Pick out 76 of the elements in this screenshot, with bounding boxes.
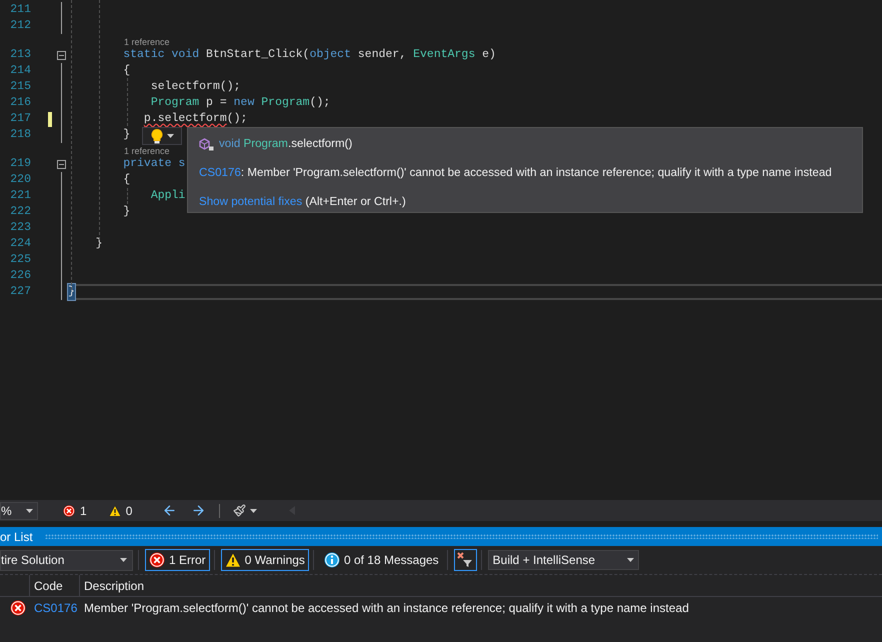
code-token: object xyxy=(310,47,351,63)
reference-count[interactable]: 1 reference xyxy=(68,146,170,156)
error-icon xyxy=(149,552,165,568)
warning-icon xyxy=(224,552,241,568)
filter-toggle-button[interactable]: 0 of 18 Messages xyxy=(320,549,443,571)
error-icon xyxy=(10,600,26,616)
code-token: private s xyxy=(123,156,186,172)
code-token: Appli xyxy=(150,188,186,204)
line-number: 226 xyxy=(9,268,31,284)
info-icon xyxy=(324,552,340,568)
collapse-icon[interactable] xyxy=(56,50,66,60)
shortcut-hint: (Alt+Enter or Ctrl+.) xyxy=(304,194,406,210)
line-number: 213 xyxy=(9,47,31,63)
warning-icon xyxy=(108,504,121,516)
line-number: 216 xyxy=(9,95,31,111)
line-number: 211 xyxy=(9,2,31,18)
line-number: 227 xyxy=(9,284,31,300)
code-token: (); xyxy=(226,111,248,127)
panel-title: or List xyxy=(0,528,34,546)
error-message: : Member 'Program.selectform()' cannot be accessed with an instance reference; qualify it with a type name instead xyxy=(240,165,832,181)
line-number: 219 xyxy=(9,156,31,172)
line-number: 222 xyxy=(9,204,31,220)
code-token: EventArgs xyxy=(413,47,476,63)
error-code-link[interactable]: CS0176 xyxy=(30,599,80,617)
filter-toggle-button[interactable] xyxy=(454,549,477,571)
code-token: } xyxy=(123,204,130,220)
line-number: 220 xyxy=(9,172,31,188)
code-token: static void xyxy=(123,47,200,63)
method-lock-icon xyxy=(199,138,214,150)
code-token: { xyxy=(123,63,130,79)
caret-icon xyxy=(26,508,33,512)
caret-icon xyxy=(120,558,127,562)
code-token: BtnStart_Click( xyxy=(206,47,310,63)
next-icon[interactable] xyxy=(191,503,206,518)
code-token: Program xyxy=(150,95,200,111)
line-number: 225 xyxy=(9,252,31,268)
code-token: sender, xyxy=(358,47,408,63)
lightbulb-button[interactable] xyxy=(142,127,182,145)
line-number: 212 xyxy=(9,18,31,34)
previous-icon[interactable] xyxy=(162,503,178,518)
cleanup-icon[interactable] xyxy=(233,504,246,517)
error-count[interactable]: 1 xyxy=(80,502,87,520)
line-number: 223 xyxy=(9,220,31,236)
code-token: { xyxy=(123,172,130,188)
clear-filter-icon xyxy=(457,552,474,568)
warning-count[interactable]: 0 xyxy=(126,502,132,520)
table-cell-text: Member 'Program.selectform()' cannot be accessed with an instance reference; qualify it with a type name instead xyxy=(83,600,689,617)
code-token: p = xyxy=(206,95,228,111)
line-number: 221 xyxy=(9,188,31,204)
reference-count[interactable]: 1 reference xyxy=(68,37,170,47)
caret-icon xyxy=(250,508,258,512)
lightbulb-icon xyxy=(150,128,162,144)
filter-toggle-button[interactable]: 1 Error xyxy=(145,549,210,571)
line-number: 215 xyxy=(9,79,31,95)
line-number: 224 xyxy=(9,236,31,252)
code-token: (); xyxy=(310,95,330,111)
error-icon xyxy=(63,504,75,516)
error-squiggle-code: p.selectform xyxy=(144,111,227,127)
code-token: new xyxy=(234,95,256,111)
line-number: 217 xyxy=(9,111,31,127)
filter-toggle-button[interactable]: 0 Warnings xyxy=(220,549,309,571)
line-number: 214 xyxy=(9,63,31,79)
code-token: selectform(); xyxy=(150,79,241,95)
code-token: e) xyxy=(482,47,496,63)
code-token: } xyxy=(123,127,130,143)
column-header[interactable]: Description xyxy=(80,575,882,596)
source-dropdown[interactable]: Build + IntelliSense xyxy=(488,550,639,570)
caret-icon xyxy=(166,134,174,138)
scope-dropdown[interactable]: tire Solution xyxy=(0,550,133,570)
method-signature: void Program.selectform() xyxy=(219,136,352,152)
column-header[interactable]: Code xyxy=(30,575,80,596)
caret-icon xyxy=(626,558,634,562)
code-token: Program xyxy=(261,95,310,111)
line-number: 218 xyxy=(9,127,31,143)
zoom-dropdown[interactable]: % xyxy=(0,502,38,520)
collapse-icon[interactable] xyxy=(56,160,66,168)
